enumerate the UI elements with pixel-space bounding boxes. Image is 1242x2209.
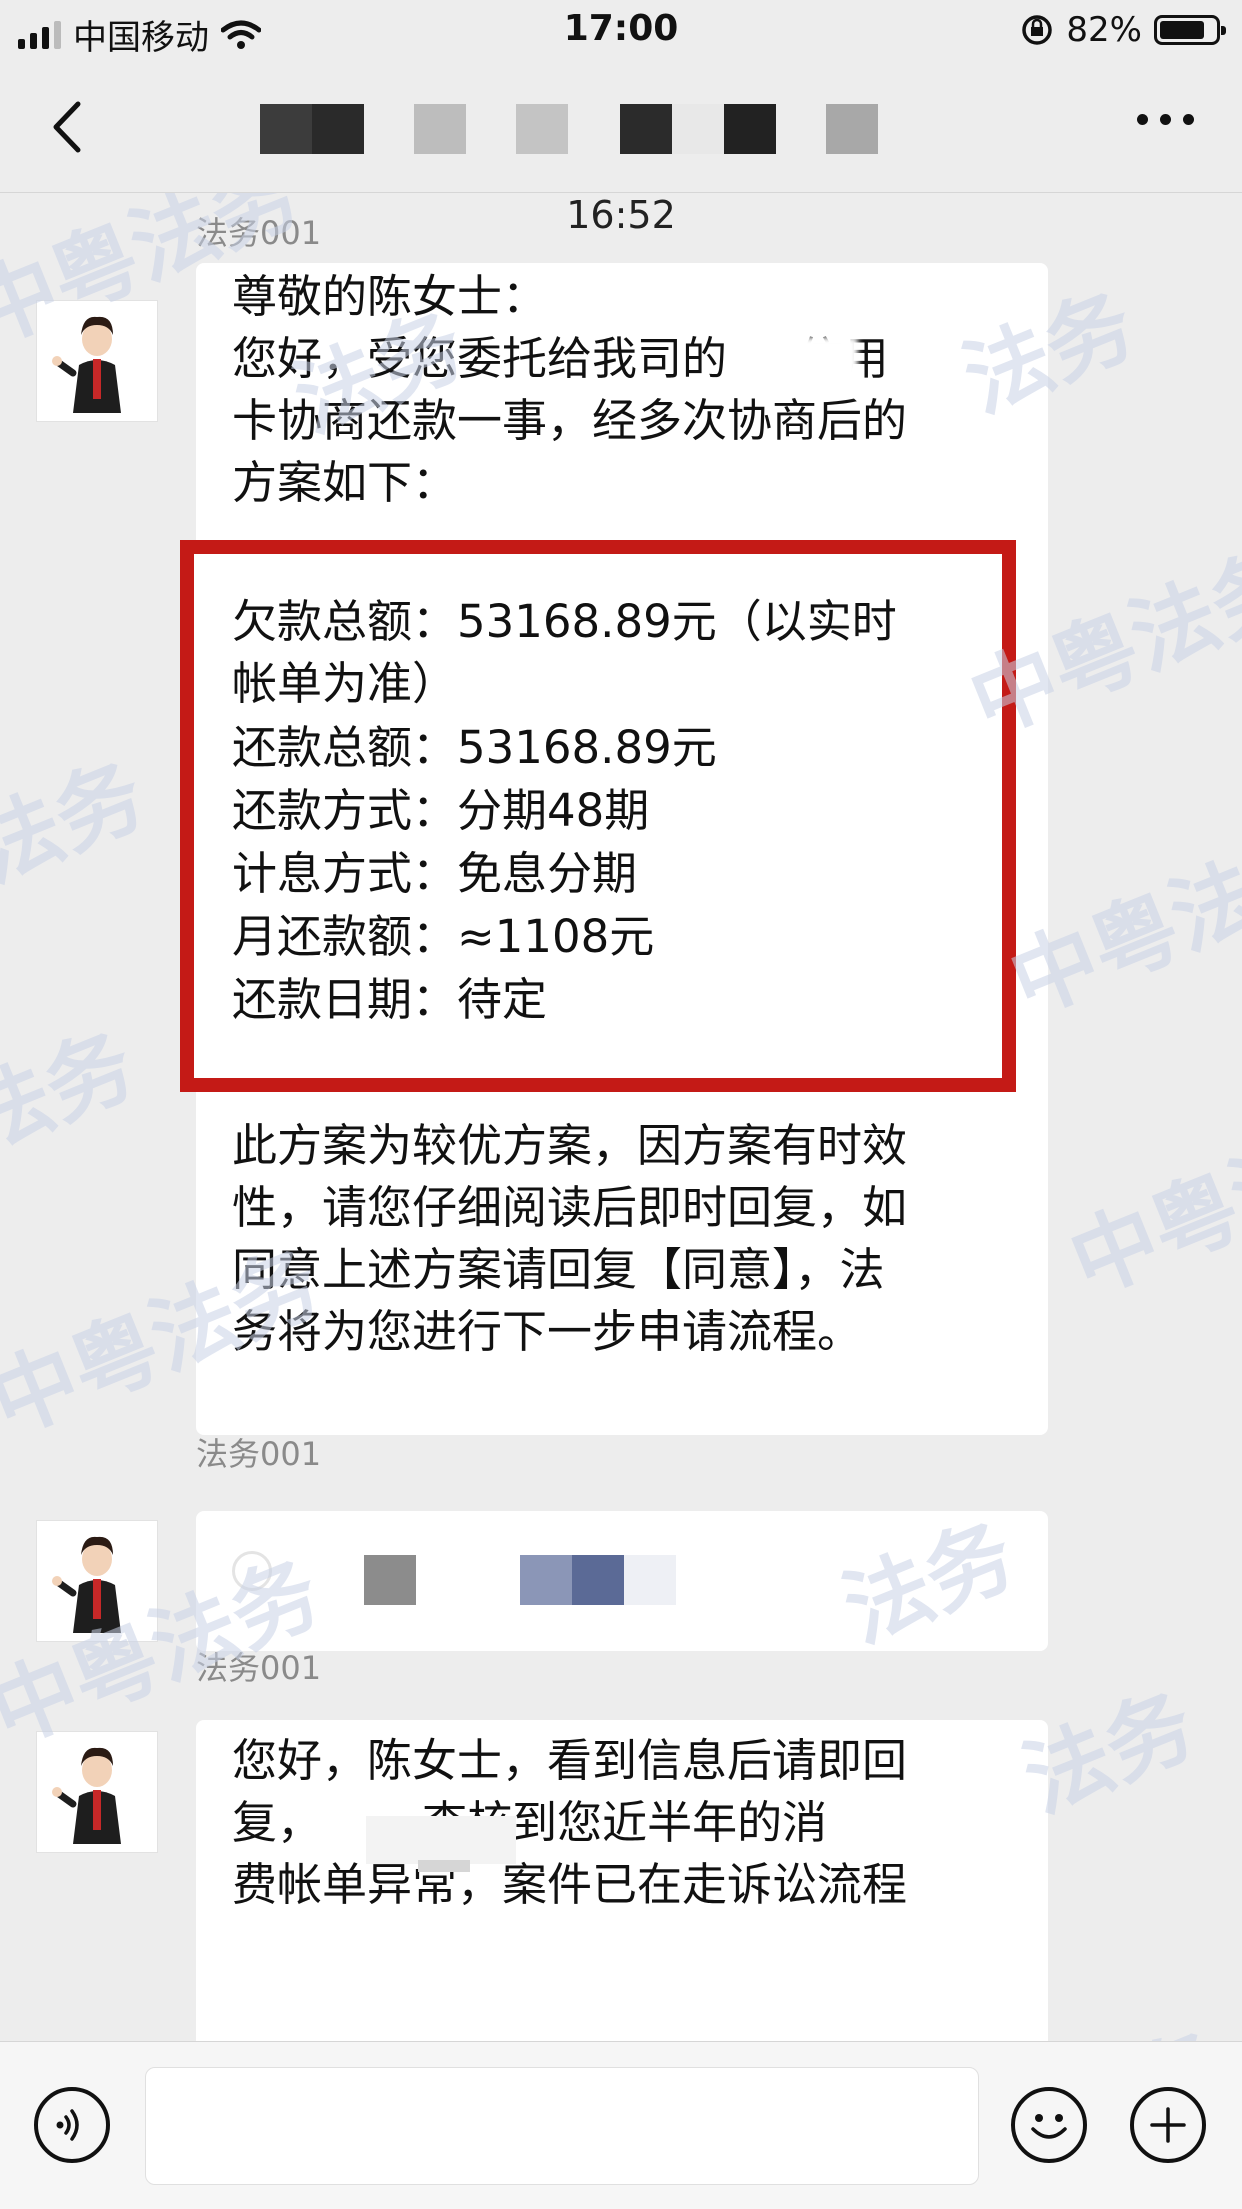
redacted-content [364,1555,416,1605]
watermark: 法务 [0,744,158,902]
message-outro: 此方案为较优方案，因方案有时效 性，请您仔细阅读后即时回复，如 同意上述方案请回… [232,1119,908,1358]
message-bubble-redacted[interactable] [196,1511,1048,1651]
plus-button[interactable] [1130,2087,1206,2163]
avatar-illustration [52,1747,121,1844]
avatar-illustration [52,316,121,413]
chat-title-redacted [260,104,878,154]
message-text: 您好，陈女士，看到信息后请即回 复， 查核到您近半年的消 费帐单异常，案件已在走… [232,1734,908,1911]
battery-icon [1154,15,1226,45]
redacted-content [366,1816,516,1864]
chat-area[interactable]: 中粤法务 法务 法务 中粤法务 法务 中粤法务 法务 中粤法务 中粤法务 法务 … [0,193,1242,2041]
redacted-content [520,1555,572,1605]
emoji-button[interactable] [1011,2087,1087,2163]
more-dots-icon [1137,114,1148,125]
plan-debt-total: 欠款总额：53168.89元（以实时 帐单为准） [232,595,897,710]
sender-avatar[interactable] [36,1520,158,1642]
input-bar [0,2041,1242,2209]
watermark: 法务 [0,1014,148,1172]
emoji-icon [1031,2114,1067,2139]
plus-icon [1150,2107,1186,2143]
plan-highlight-box: 欠款总额：53168.89元（以实时 帐单为准） 还款总额：53168.89元 … [180,540,1016,1092]
status-bar: 中国移动 17:00 82% [0,0,1242,64]
watermark: 中粤法务 [1056,1092,1242,1315]
battery-percent: 82% [1066,10,1142,50]
plan-repay-total: 还款总额：53168.89元 [232,721,717,774]
sender-avatar[interactable] [36,1731,158,1853]
voice-button[interactable] [34,2087,110,2163]
more-button[interactable] [1137,114,1194,125]
redacted-content [418,1860,470,1872]
redacted-content [624,1555,676,1605]
plan-repay-method: 还款方式：分期48期 [232,784,650,837]
redacted-bank-name [788,337,858,395]
sender-avatar[interactable] [36,300,158,422]
sender-name: 法务001 [196,1649,322,1687]
back-button[interactable] [40,94,100,160]
plan-interest-method: 计息方式：免息分期 [232,847,638,900]
rotation-lock-icon [1022,15,1053,45]
message-bubble[interactable]: 尊敬的陈女士： 您好，受您委托给我司的 信用 卡协商还款一事，经多次协商后的 方… [180,263,1048,1435]
message-input[interactable] [145,2067,979,2185]
redacted-content [232,1551,272,1591]
voice-icon [56,2109,79,2141]
message-timestamp: 16:52 [566,193,676,237]
sender-name: 法务001 [196,1435,322,1473]
watermark: 法务 [1033,1995,1239,2041]
status-right: 82% [1020,10,1226,50]
avatar-illustration [52,1536,121,1633]
message-bubble[interactable]: 您好，陈女士，看到信息后请即回 复， 查核到您近半年的消 费帐单异常，案件已在走… [196,1720,1048,2041]
nav-bar [0,64,1242,193]
plan-repay-date: 还款日期：待定 [232,973,548,1026]
redacted-content [572,1555,624,1605]
plan-monthly-payment: 月还款额：≈1108元 [232,910,655,963]
sender-name: 法务001 [196,214,322,252]
